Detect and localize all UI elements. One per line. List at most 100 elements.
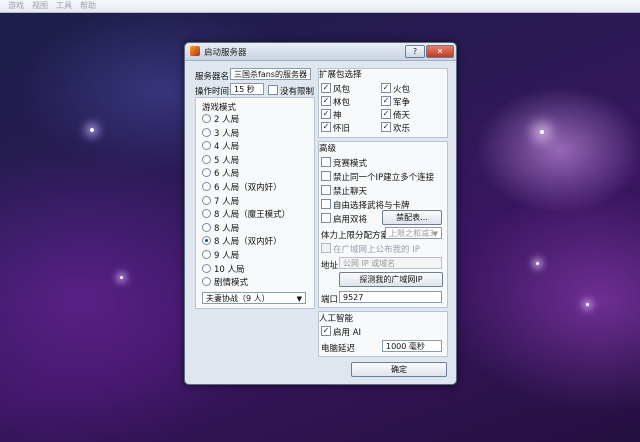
star-decoration	[540, 130, 544, 134]
game-mode-radio[interactable]	[202, 277, 211, 287]
package-label-item: 欢乐	[393, 124, 411, 134]
op-time-spinbox[interactable]: 15 秒	[230, 83, 264, 95]
menu-tools[interactable]: 工具	[56, 0, 72, 12]
port-label: 端口	[321, 295, 339, 305]
game-mode-option-label: 6 人局（双内奸）	[214, 183, 282, 193]
game-mode-option-label: 8 人局（魔王模式）	[214, 210, 291, 221]
star-decoration	[536, 262, 539, 265]
game-mode-option-label: 8 人局	[214, 223, 240, 234]
dual-general-checkbox[interactable]	[321, 213, 331, 223]
package-label-item: 倚天	[393, 111, 411, 121]
port-input[interactable]: 9527	[339, 291, 442, 303]
chevron-down-icon: ▼	[296, 295, 302, 303]
package-label-item: 怀旧	[333, 124, 351, 134]
package-checkbox[interactable]: ✓	[321, 96, 331, 106]
package-label-item: 军争	[393, 98, 411, 108]
game-mode-option-label: 7 人局	[214, 196, 240, 207]
game-mode-option-label: 9 人局	[214, 251, 240, 261]
package-label: 扩展包选择	[319, 70, 362, 80]
package-label-item: 林包	[333, 98, 351, 108]
game-mode-radio[interactable]	[202, 141, 211, 151]
package-checkbox[interactable]: ✓	[321, 109, 331, 119]
package-group: 扩展包选择 ✓ 风包 ✓ 火包 ✓ 林包 ✓ 军争 ✓ 神 ✓ 倚天 ✓ 怀旧 ✓ 欢乐	[318, 68, 448, 138]
lan-publish-label: 在广域网上公布我的 IP	[333, 245, 420, 255]
game-mode-radio[interactable]	[202, 168, 211, 178]
game-mode-radio[interactable]	[202, 222, 211, 232]
game-mode-group: 游戏模式 2 人局 3 人局 4 人局 5 人局 6 人局 6 人局（双内奸） 7 人局 8 …	[195, 97, 315, 309]
advanced-group: 高级 竞赛模式 禁止同一个IP建立多个连接 禁止聊天 自由选择武将与卡牌 启用双…	[318, 141, 448, 308]
contest-mode-label: 竞赛模式	[333, 159, 368, 169]
advanced-label: 高级	[319, 144, 337, 154]
dialog-title: 启动服务器	[204, 48, 247, 58]
game-mode-radio[interactable]	[202, 127, 211, 137]
game-mode-option-label: 6 人局	[214, 169, 240, 180]
no-multi-conn-checkbox[interactable]	[321, 171, 331, 181]
hp-scheme-value: 上限之和减3	[389, 229, 435, 238]
no-limit-checkbox[interactable]	[268, 85, 278, 95]
detect-wan-button[interactable]: 探测我的广域网IP	[339, 272, 443, 287]
chevron-down-icon: ▼	[432, 230, 438, 238]
dual-general-label: 启用双将	[333, 215, 368, 225]
enable-ai-checkbox[interactable]: ✓	[321, 326, 331, 336]
ai-label: 人工智能	[319, 314, 354, 324]
game-mode-radio[interactable]	[202, 263, 211, 273]
game-mode-option-label: 5 人局	[214, 155, 240, 166]
package-checkbox[interactable]: ✓	[381, 96, 391, 106]
game-mode-radio[interactable]	[202, 182, 211, 191]
no-limit-label: 没有限制	[280, 87, 315, 97]
no-multi-conn-label: 禁止同一个IP建立多个连接	[333, 173, 435, 183]
game-mode-option-label: 3 人局	[214, 128, 240, 139]
game-mode-radio[interactable]	[202, 154, 211, 164]
lan-publish-checkbox[interactable]	[321, 243, 331, 253]
help-button[interactable]: ?	[405, 45, 425, 58]
game-mode-option-label: 8 人局（双内奸）	[214, 237, 282, 248]
no-chat-checkbox[interactable]	[321, 185, 331, 195]
game-mode-radio[interactable]	[202, 209, 211, 219]
game-mode-option-label: 10 人局	[214, 264, 245, 275]
ai-group: 人工智能 ✓ 启用 AI 电脑延迟 1000 毫秒	[318, 311, 448, 357]
game-mode-radio[interactable]	[202, 114, 211, 123]
package-checkbox[interactable]: ✓	[321, 83, 331, 93]
game-mode-radio[interactable]	[202, 250, 211, 259]
game-mode-option-label: 4 人局	[214, 142, 240, 153]
ai-delay-spinbox[interactable]: 1000 毫秒	[382, 340, 442, 352]
game-mode-option-label: 剧情模式	[214, 278, 249, 289]
server-name-input[interactable]: 三国杀fans的服务器	[230, 68, 311, 80]
contest-mode-checkbox[interactable]	[321, 157, 331, 167]
close-button[interactable]: ✕	[426, 45, 454, 58]
star-decoration	[120, 276, 123, 279]
star-decoration	[586, 303, 589, 306]
free-choose-checkbox[interactable]	[321, 199, 331, 209]
start-server-dialog: 启动服务器 ? ✕ 服务器名 三国杀fans的服务器 操作时间 15 秒 没有限…	[184, 42, 457, 385]
enable-ai-label: 启用 AI	[333, 328, 362, 338]
menu-view[interactable]: 视图	[32, 0, 48, 12]
hp-scheme-dropdown[interactable]: 上限之和减3 ▼	[385, 227, 442, 239]
app-icon	[190, 46, 200, 56]
game-mode-radio[interactable]	[202, 236, 211, 246]
game-mode-option-label: 2 人局	[214, 115, 240, 125]
menu-help[interactable]: 帮助	[80, 0, 96, 12]
game-mode-radio[interactable]	[202, 195, 211, 205]
package-checkbox[interactable]: ✓	[381, 83, 391, 93]
package-label-item: 神	[333, 111, 342, 121]
no-chat-label: 禁止聊天	[333, 187, 368, 197]
menu-bar: 游戏 视图 工具 帮助	[0, 0, 640, 13]
dialog-titlebar[interactable]: 启动服务器 ? ✕	[185, 43, 456, 61]
menu-game[interactable]: 游戏	[8, 0, 24, 12]
address-input[interactable]: 公网 IP 或域名	[339, 257, 442, 269]
package-checkbox[interactable]: ✓	[381, 122, 391, 132]
hp-scheme-label: 体力上限分配方案	[321, 231, 390, 241]
scenario-dropdown[interactable]: 夫妻协战（9 人） ▼	[202, 292, 306, 304]
package-label-item: 火包	[393, 85, 411, 95]
op-time-label: 操作时间	[195, 87, 230, 97]
package-checkbox[interactable]: ✓	[321, 122, 331, 132]
scenario-value: 夫妻协战（9 人）	[206, 294, 270, 303]
package-checkbox[interactable]: ✓	[381, 109, 391, 119]
star-decoration	[90, 128, 94, 132]
address-label: 地址	[321, 261, 339, 271]
game-mode-label: 游戏模式	[202, 103, 237, 113]
ok-button[interactable]: 确定	[351, 362, 447, 377]
ai-delay-label: 电脑延迟	[321, 344, 356, 354]
ban-table-button[interactable]: 禁配表...	[382, 210, 442, 225]
server-name-label: 服务器名	[195, 72, 230, 82]
